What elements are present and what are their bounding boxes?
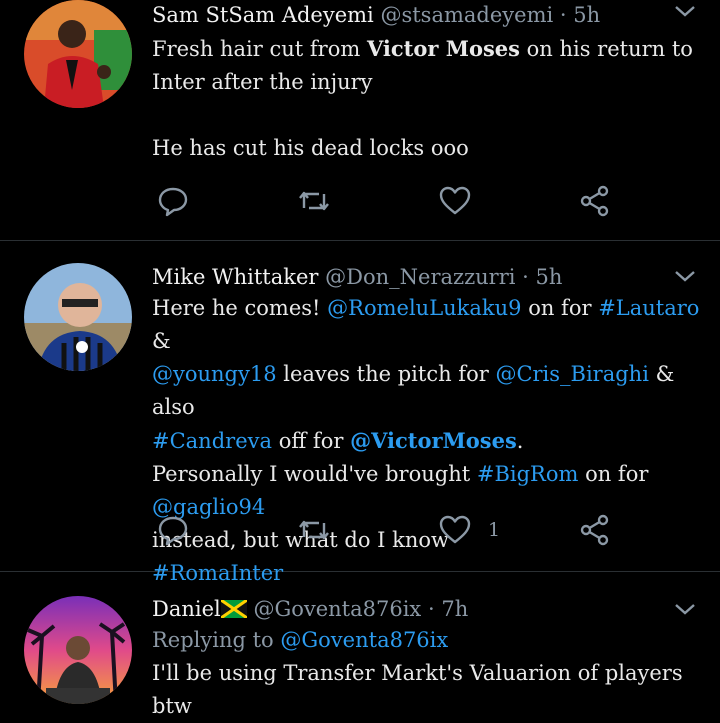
share-button[interactable] [578, 181, 612, 221]
retweet-button[interactable] [297, 510, 331, 550]
hashtag-link[interactable]: #Candreva [152, 429, 272, 453]
author-name[interactable]: Daniel [152, 597, 221, 621]
tweet-text: I'll be using Transfer Markt's Valuarion… [152, 661, 683, 718]
tweet-line: @youngy18 leaves the pitch for @Cris_Bir… [152, 358, 700, 424]
replying-to-label: Replying to [152, 628, 281, 652]
author-name[interactable]: Mike Whittaker [152, 265, 318, 289]
avatar[interactable] [24, 596, 132, 704]
retweet-button[interactable] [297, 181, 331, 221]
timestamp[interactable]: 5h [536, 265, 563, 289]
tweet-header: Mike Whittaker @Don_Nerazzurri · 5h [152, 262, 700, 292]
tweet-line: Here he comes! @RomeluLukaku9 on for #La… [152, 292, 700, 358]
chevron-down-icon[interactable] [674, 4, 696, 18]
avatar[interactable] [24, 263, 132, 371]
like-button[interactable] [438, 181, 472, 221]
retweet-icon [299, 520, 329, 540]
tweet-actions [152, 181, 632, 221]
tweet-1[interactable]: Sam StSam Adeyemi @stsamadeyemi · 5h Fre… [0, 0, 720, 241]
share-icon [580, 185, 609, 217]
tweet-text-part: Personally I would've brought [152, 462, 477, 486]
tweet-header: Daniel @Goventa876ix · 7h [152, 594, 700, 624]
like-button[interactable]: 1 [438, 510, 500, 550]
tweet-text-part: on for [578, 462, 649, 486]
share-icon [580, 514, 609, 546]
reply-button[interactable] [156, 510, 190, 550]
tweet-text-part: on for [521, 296, 599, 320]
heart-icon [439, 186, 471, 215]
tweet-line: #Candreva off for @VictorMoses. [152, 424, 700, 458]
reply-button[interactable] [156, 181, 190, 221]
tweet-text-part: & [152, 329, 171, 353]
tweet-3[interactable]: Daniel @Goventa876ix · 7h Replying to @G… [0, 572, 720, 718]
reply-icon [158, 187, 188, 217]
tweet-text-part: . [516, 429, 524, 453]
author-handle[interactable]: @Don_Nerazzurri [325, 265, 515, 289]
hashtag-link[interactable]: #Lautaro [598, 296, 699, 320]
mention-link[interactable]: @Cris_Biraghi [495, 362, 649, 386]
chevron-down-icon[interactable] [674, 269, 696, 283]
mention-link[interactable]: @youngy18 [152, 362, 277, 386]
mention-link[interactable]: @VictorMoses [350, 428, 517, 453]
jamaica-flag-icon [220, 600, 247, 618]
tweet-2[interactable]: Mike Whittaker @Don_Nerazzurri · 5h Here… [0, 241, 720, 585]
reply-icon [158, 516, 188, 546]
author-handle[interactable]: @Goventa876ix [253, 597, 421, 621]
like-count: 1 [488, 519, 501, 541]
tweet-text-part: Here he comes! [152, 296, 328, 320]
tweet-text-part: Fresh hair cut from [152, 37, 367, 61]
author-handle[interactable]: @stsamadeyemi [380, 3, 553, 27]
separator: · [427, 597, 435, 621]
heart-icon [439, 515, 471, 544]
tweet-text-part: leaves the pitch for [276, 362, 496, 386]
tweet-text: Fresh hair cut from Victor Moses on his … [152, 32, 700, 99]
chevron-down-icon[interactable] [674, 602, 696, 616]
mention-link[interactable]: @Goventa876ix [280, 628, 448, 652]
tweet-text-part: off for [272, 429, 351, 453]
avatar[interactable] [24, 0, 132, 108]
separator: · [522, 265, 529, 289]
timestamp[interactable]: 7h [441, 597, 468, 621]
separator: · [559, 3, 567, 27]
tweet-text-bold: Victor Moses [366, 36, 520, 61]
replying-to: Replying to @Goventa876ix [152, 624, 700, 657]
share-button[interactable] [578, 510, 612, 550]
author-name[interactable]: Sam StSam Adeyemi [152, 3, 374, 27]
tweet-header: Sam StSam Adeyemi @stsamadeyemi · 5h [152, 0, 700, 30]
tweet-actions: 1 [152, 510, 632, 550]
hashtag-link[interactable]: #BigRom [477, 462, 579, 486]
mention-link[interactable]: @RomeluLukaku9 [327, 296, 521, 320]
tweet-text-line2: He has cut his dead locks ooo [152, 136, 469, 160]
retweet-icon [299, 191, 329, 211]
timestamp[interactable]: 5h [573, 3, 600, 27]
